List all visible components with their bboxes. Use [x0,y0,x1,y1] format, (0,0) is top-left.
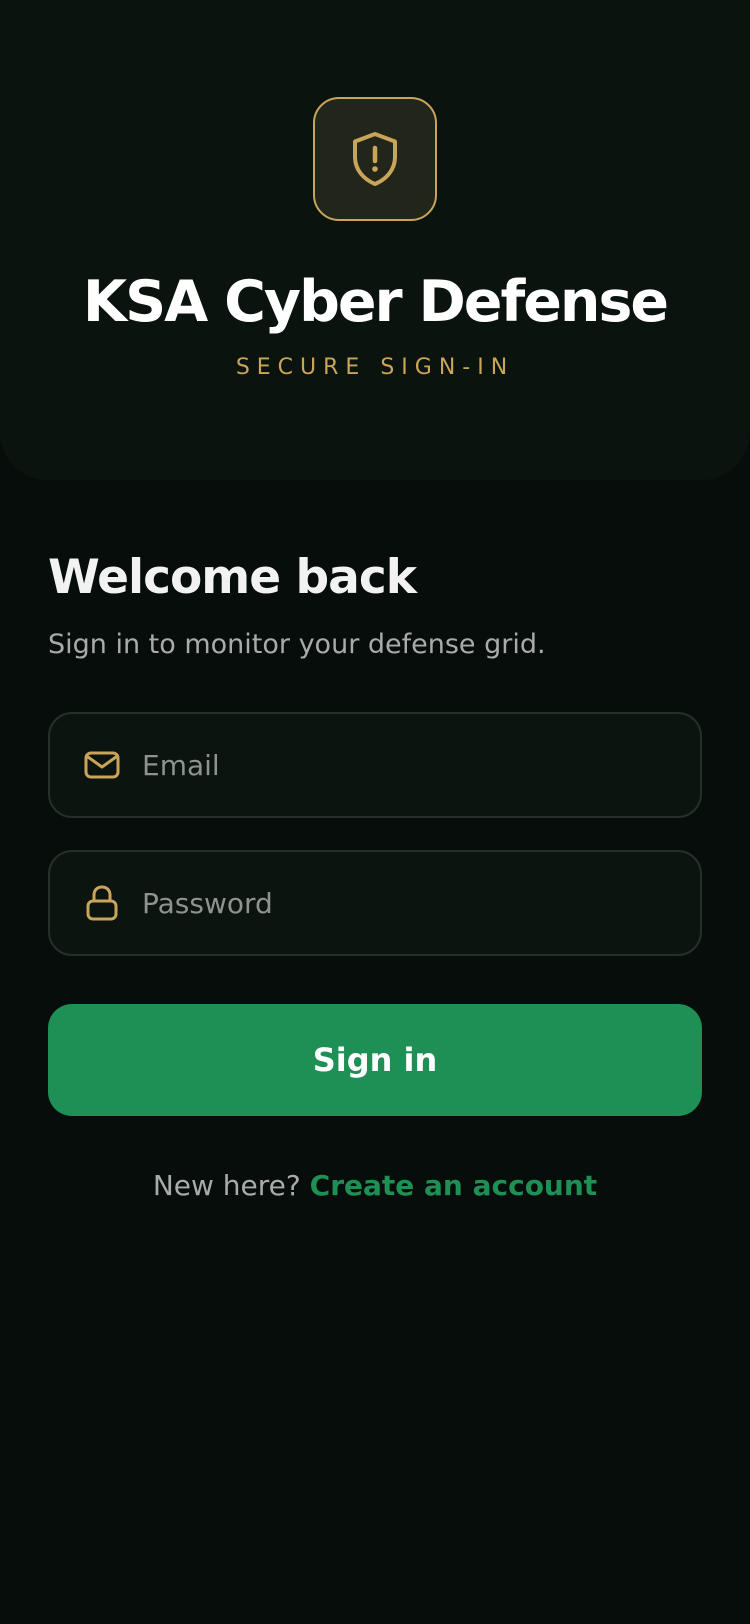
sign-in-button[interactable]: Sign in [48,1004,702,1116]
app-subtitle: SECURE SIGN-IN [235,355,515,380]
hero-header: KSA Cyber Defense SECURE SIGN-IN [0,0,750,480]
password-input[interactable] [140,885,676,921]
signup-prompt-text: New here? [152,1169,301,1202]
app-logo [313,97,437,221]
email-input[interactable] [140,747,676,783]
page-title: Welcome back [48,550,417,605]
signup-prompt-line: New here? Create an account [0,1166,750,1206]
app-title: KSA Cyber Defense [82,269,669,335]
password-field[interactable] [48,850,702,956]
lock-icon [82,883,122,923]
mail-icon [82,745,122,785]
shield-alert-icon [353,132,397,186]
create-account-link[interactable]: Create an account [310,1169,598,1202]
email-field[interactable] [48,712,702,818]
page-subtitle: Sign in to monitor your defense grid. [48,629,546,660]
